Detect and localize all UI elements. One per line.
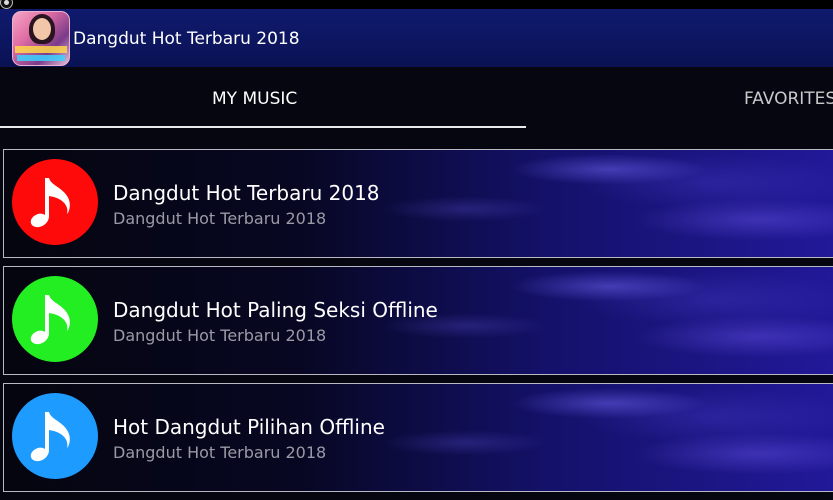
playlist-list: Dangdut Hot Terbaru 2018 Dangdut Hot Ter… (0, 147, 833, 500)
status-notification-icon (0, 0, 13, 9)
tab-favorites[interactable]: FAVORITES (744, 89, 833, 109)
music-note-icon (12, 276, 98, 362)
playlist-subtitle: Dangdut Hot Terbaru 2018 (113, 209, 327, 228)
playlist-subtitle: Dangdut Hot Terbaru 2018 (113, 443, 327, 462)
playlist-title: Hot Dangdut Pilihan Offline (113, 415, 385, 439)
app-logo-icon[interactable] (12, 11, 70, 66)
tab-my-music[interactable]: MY MUSIC (212, 89, 297, 109)
music-note-icon (12, 393, 98, 479)
list-item[interactable]: Hot Dangdut Pilihan Offline Dangdut Hot … (3, 383, 833, 492)
tab-selected-indicator (0, 126, 526, 128)
playlist-title: Dangdut Hot Paling Seksi Offline (113, 298, 438, 322)
tab-bar: MY MUSIC FAVORITES (0, 67, 833, 147)
status-bar (0, 0, 833, 9)
playlist-subtitle: Dangdut Hot Terbaru 2018 (113, 326, 327, 345)
playlist-title: Dangdut Hot Terbaru 2018 (113, 181, 380, 205)
app-bar: Dangdut Hot Terbaru 2018 (0, 9, 833, 67)
music-note-icon (12, 159, 98, 245)
list-item[interactable]: Dangdut Hot Terbaru 2018 Dangdut Hot Ter… (3, 149, 833, 258)
app-title: Dangdut Hot Terbaru 2018 (73, 29, 300, 49)
list-item[interactable]: Dangdut Hot Paling Seksi Offline Dangdut… (3, 266, 833, 375)
